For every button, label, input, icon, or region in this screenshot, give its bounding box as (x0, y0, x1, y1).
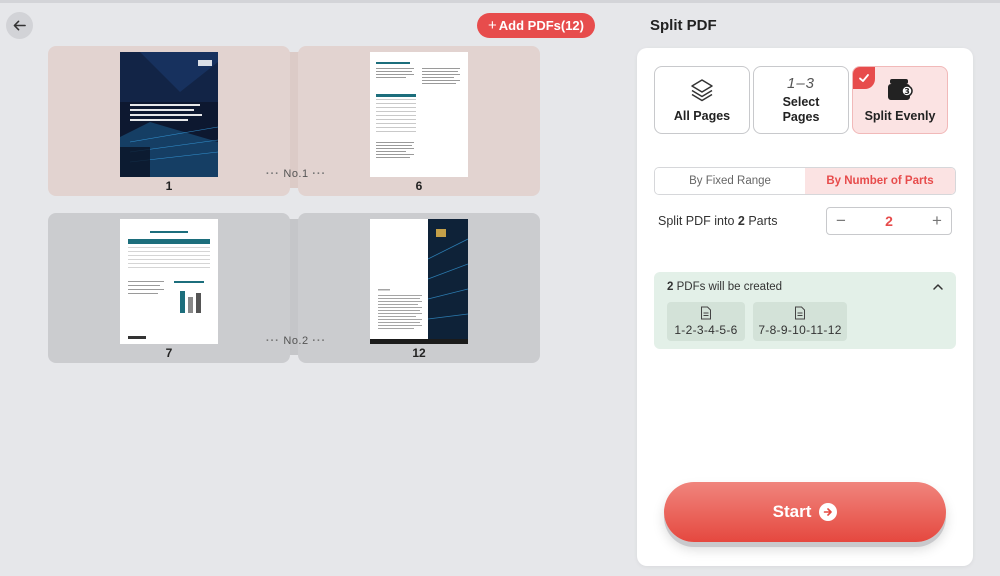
increment-button[interactable]: + (923, 211, 951, 231)
output-file-chip[interactable]: 7-8-9-10-11-12 (753, 302, 847, 341)
add-pdfs-label: Add PDFs(12) (498, 18, 584, 33)
page-card[interactable]: 1 (48, 46, 290, 196)
panel-title: Split PDF (650, 17, 717, 34)
output-file-name: 7-8-9-10-11-12 (758, 323, 842, 337)
add-pdfs-button[interactable]: + Add PDFs(12) (477, 13, 595, 38)
mode-label: Split Evenly (864, 109, 936, 123)
mode-all-pages[interactable]: All Pages (654, 66, 750, 134)
by-fixed-range-option[interactable]: By Fixed Range (655, 168, 805, 194)
split-group-1: 1 6 ··· No.1 ··· (48, 46, 540, 196)
page-number: 12 (412, 346, 426, 360)
document-icon (795, 306, 805, 320)
decrement-button[interactable]: − (827, 211, 855, 231)
mode-label: Select Pages (782, 95, 820, 124)
svg-text:3: 3 (904, 87, 910, 96)
page-thumbnail (120, 219, 218, 344)
page-number: 6 (415, 179, 423, 193)
arrow-right-icon (819, 503, 838, 521)
mode-label: All Pages (673, 108, 731, 123)
chevron-up-icon[interactable] (932, 280, 944, 298)
result-summary: 2 PDFs will be created 1-2-3-4-5-6 7-8-9… (654, 272, 956, 349)
group-label: ··· No.1 ··· (265, 168, 327, 180)
split-method-toggle: By Fixed Range By Number of Parts (654, 167, 956, 195)
start-button[interactable]: Start (664, 482, 946, 542)
back-button[interactable] (6, 12, 33, 39)
split-group-2: 7 12 ··· No.2 ··· (48, 213, 540, 363)
top-divider (0, 0, 1000, 3)
start-label: Start (772, 502, 812, 521)
page-thumbnail (370, 52, 468, 177)
page-thumbnail (120, 52, 218, 177)
by-number-of-parts-option[interactable]: By Number of Parts (805, 168, 955, 194)
mode-split-evenly[interactable]: 3 Split Evenly (852, 66, 948, 134)
plus-icon: + (488, 17, 497, 34)
range-icon: 1–3 (786, 75, 816, 92)
layers-icon (691, 78, 713, 101)
page-card[interactable]: 7 (48, 213, 290, 363)
group-label: ··· No.2 ··· (265, 335, 327, 347)
mode-select-pages[interactable]: 1–3 Select Pages (753, 66, 849, 134)
split-settings-panel: All Pages 1–3 Select Pages 3 Split Evenl… (637, 48, 973, 566)
wallet-split-icon: 3 (888, 79, 913, 100)
output-file-chip[interactable]: 1-2-3-4-5-6 (667, 302, 745, 341)
parts-value[interactable]: 2 (855, 213, 923, 229)
page-card[interactable]: 12 (298, 213, 540, 363)
page-number: 1 (165, 179, 173, 193)
split-into-label: Split PDF into 2 Parts (658, 214, 778, 228)
result-heading: 2 PDFs will be created (667, 281, 783, 293)
page-number: 7 (165, 346, 173, 360)
parts-stepper: − 2 + (826, 207, 952, 235)
page-thumbnail (370, 219, 468, 344)
arrow-left-icon (13, 20, 26, 31)
page-card[interactable]: 6 (298, 46, 540, 196)
document-icon (701, 306, 711, 320)
check-icon (853, 67, 875, 89)
output-file-name: 1-2-3-4-5-6 (674, 323, 738, 337)
